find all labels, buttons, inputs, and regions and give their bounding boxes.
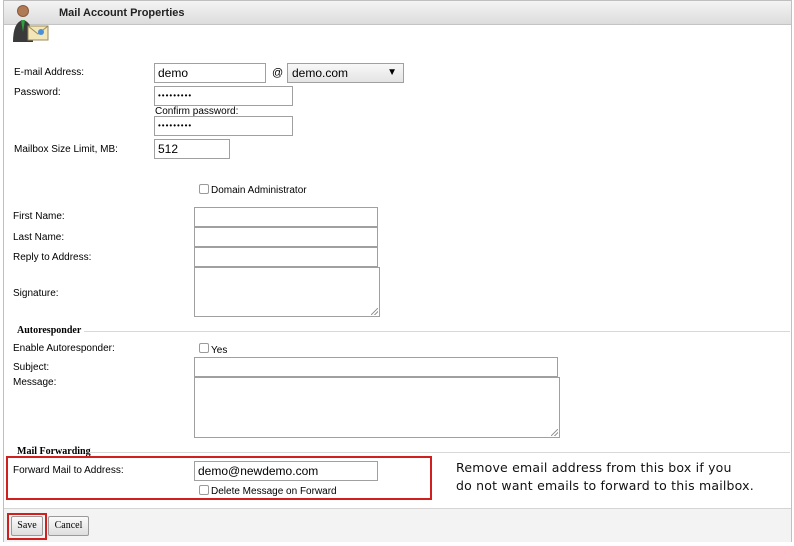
delete-on-forward-label: Delete Message on Forward [211, 486, 337, 497]
delete-on-forward-checkbox[interactable] [199, 485, 209, 495]
domain-select-value: demo.com [292, 66, 349, 80]
domain-admin-label: Domain Administrator [211, 185, 307, 196]
reply-to-label: Reply to Address: [13, 252, 92, 263]
forward-address-field[interactable]: demo@newdemo.com [194, 461, 378, 481]
annotation-note: Remove email address from this box if yo… [456, 459, 754, 495]
page-title: Mail Account Properties [59, 7, 185, 19]
first-name-field[interactable] [194, 207, 378, 227]
section-divider [90, 452, 790, 453]
enable-autoresponder-checkbox[interactable] [199, 343, 209, 353]
annotation-line-1: Remove email address from this box if yo… [456, 460, 732, 475]
autoresponder-yes-label: Yes [211, 345, 228, 356]
last-name-field[interactable] [194, 227, 378, 247]
mail-user-icon [13, 5, 49, 42]
forward-address-label: Forward Mail to Address: [13, 465, 124, 476]
message-label: Message: [13, 377, 57, 388]
email-label: E-mail Address: [14, 67, 85, 78]
save-button[interactable]: Save [11, 516, 43, 536]
button-bar [4, 508, 791, 542]
chevron-down-icon: ▼ [387, 67, 397, 78]
signature-textarea[interactable] [194, 267, 380, 317]
mailbox-size-label: Mailbox Size Limit, MB: [14, 144, 118, 155]
password-field[interactable]: ••••••••• [154, 86, 293, 106]
resize-grip-icon[interactable] [371, 308, 378, 315]
confirm-password-field[interactable]: ••••••••• [154, 116, 293, 136]
domain-select[interactable]: demo.com ▼ [287, 63, 404, 83]
annotation-line-2: do not want emails to forward to this ma… [456, 478, 754, 493]
autoresponder-section-title: Autoresponder [17, 325, 82, 336]
last-name-label: Last Name: [13, 232, 65, 243]
domain-admin-checkbox[interactable] [199, 184, 209, 194]
at-sign: @ [272, 67, 284, 79]
cancel-button[interactable]: Cancel [48, 516, 89, 536]
enable-autoresponder-label: Enable Autoresponder: [13, 343, 115, 354]
resize-grip-icon[interactable] [551, 429, 558, 436]
subject-label: Subject: [13, 362, 50, 373]
section-divider [84, 331, 790, 332]
signature-label: Signature: [13, 288, 59, 299]
subject-field[interactable] [194, 357, 558, 377]
panel-header: Mail Account Properties [4, 1, 791, 25]
email-field[interactable]: demo [154, 63, 266, 83]
first-name-label: First Name: [13, 211, 65, 222]
reply-to-field[interactable] [194, 247, 378, 267]
mailbox-size-field[interactable]: 512 [154, 139, 230, 159]
message-textarea[interactable] [194, 377, 560, 438]
password-label: Password: [14, 87, 61, 98]
